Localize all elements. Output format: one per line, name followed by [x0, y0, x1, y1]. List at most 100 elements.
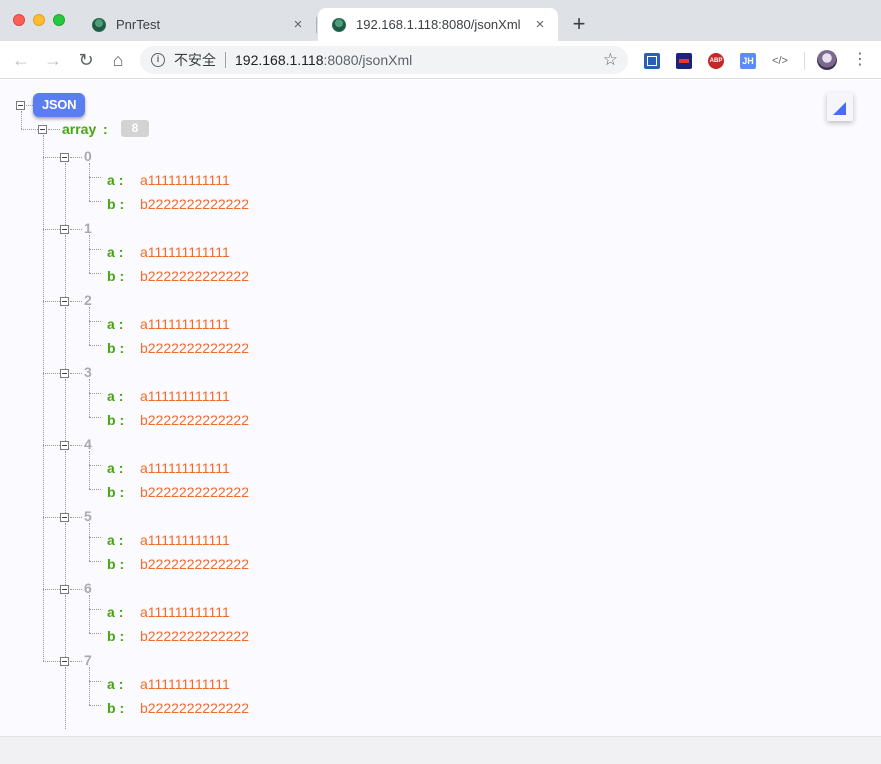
tab-close-icon[interactable]: ×	[532, 16, 548, 33]
tree-connector	[70, 157, 82, 158]
field-key-a: a :	[107, 388, 123, 404]
collapse-item-toggle[interactable]	[60, 441, 69, 450]
status-bar	[0, 736, 881, 764]
field-name: a	[107, 532, 115, 548]
field-value-a: a111111111111	[140, 388, 230, 404]
field-name: a	[107, 388, 115, 404]
address-divider	[225, 52, 226, 68]
browser-toolbar: ← → ↻ ⌂ i 不安全 192.168.1.118:8080/jsonXml…	[0, 41, 881, 79]
new-tab-button[interactable]: +	[569, 13, 589, 35]
tree-connector	[89, 345, 101, 346]
home-icon[interactable]: ⌂	[107, 49, 129, 71]
root-json-badge[interactable]: JSON	[33, 93, 86, 117]
field-key-b: b :	[107, 484, 124, 500]
field-value-b: b2222222222222	[140, 340, 250, 356]
extension-window-icon[interactable]	[644, 53, 660, 69]
field-name: a	[107, 172, 115, 188]
code-view-icon[interactable]: </>	[771, 53, 789, 69]
back-arrow-icon[interactable]: ←	[10, 49, 32, 71]
field-key-a: a :	[107, 316, 123, 332]
collapse-root-toggle[interactable]	[16, 101, 25, 110]
field-name: b	[107, 628, 116, 644]
field-colon: :	[118, 388, 124, 404]
adblock-icon[interactable]: ABP	[708, 53, 724, 69]
item-index: 6	[84, 580, 92, 596]
corner-toggle-button[interactable]	[827, 93, 853, 121]
tab-pnrtest[interactable]: PnrTest ×	[78, 8, 316, 41]
tree-connector	[89, 249, 101, 250]
field-key-a: a :	[107, 676, 123, 692]
array-count-badge: 8	[121, 120, 149, 137]
item-index: 4	[84, 436, 92, 452]
tree-connector	[89, 235, 90, 273]
field-name: b	[107, 268, 116, 284]
collapse-item-toggle[interactable]	[60, 153, 69, 162]
collapse-item-toggle[interactable]	[60, 225, 69, 234]
field-colon: :	[119, 412, 125, 428]
window-minimize-button[interactable]	[33, 14, 45, 26]
field-value-b: b2222222222222	[140, 628, 250, 644]
jsonhandle-icon[interactable]: JH	[740, 53, 756, 69]
bookmark-star-icon[interactable]: ☆	[603, 50, 618, 70]
address-bar[interactable]: i 不安全 192.168.1.118:8080/jsonXml ☆	[140, 46, 628, 74]
field-value-b: b2222222222222	[140, 556, 250, 572]
tree-connector	[89, 561, 101, 562]
collapse-item-toggle[interactable]	[60, 297, 69, 306]
collapse-item-toggle[interactable]	[60, 657, 69, 666]
field-value-b: b2222222222222	[140, 484, 250, 500]
tree-connector	[65, 523, 66, 585]
tab-title: 192.168.1.118:8080/jsonXml	[356, 17, 521, 32]
window-close-button[interactable]	[13, 14, 25, 26]
tree-connector	[89, 609, 101, 610]
tree-connector	[21, 111, 22, 129]
window-maximize-button[interactable]	[53, 14, 65, 26]
reload-icon[interactable]: ↻	[75, 49, 97, 71]
field-colon: :	[118, 172, 124, 188]
tree-connector	[89, 633, 101, 634]
collapse-array-toggle[interactable]	[38, 125, 47, 134]
field-value-a: a111111111111	[140, 604, 230, 620]
tree-connector	[70, 661, 82, 662]
field-key-b: b :	[107, 628, 124, 644]
tree-connector	[89, 451, 90, 489]
tree-connector	[89, 681, 101, 682]
tab-jsonxml[interactable]: 192.168.1.118:8080/jsonXml ×	[318, 8, 558, 41]
url-host: 192.168.1.118	[235, 52, 324, 68]
tree-connector	[65, 595, 66, 657]
field-value-a: a111111111111	[140, 316, 230, 332]
browser-menu-icon[interactable]: ⋮	[852, 50, 868, 70]
info-icon[interactable]: i	[151, 53, 165, 67]
tab-divider	[316, 17, 317, 33]
forward-arrow-icon[interactable]: →	[42, 49, 64, 71]
field-name: b	[107, 340, 116, 356]
profile-avatar[interactable]	[817, 50, 837, 70]
tree-connector	[70, 445, 82, 446]
site-favicon-icon	[332, 17, 346, 32]
field-colon: :	[119, 340, 125, 356]
tree-connector	[43, 517, 60, 518]
field-colon: :	[118, 604, 124, 620]
field-colon: :	[119, 196, 125, 212]
collapse-item-toggle[interactable]	[60, 513, 69, 522]
security-label: 不安全	[174, 52, 216, 68]
field-colon: :	[118, 460, 124, 476]
tree-connector	[43, 589, 60, 590]
item-index: 7	[84, 652, 92, 668]
field-key-b: b :	[107, 340, 124, 356]
field-name: b	[107, 700, 116, 716]
item-index: 1	[84, 220, 92, 236]
tree-connector	[70, 373, 82, 374]
extension-flag-icon[interactable]	[676, 53, 692, 69]
tree-connector	[89, 177, 101, 178]
tree-connector	[89, 307, 90, 345]
tree-connector	[89, 379, 90, 417]
tree-connector	[43, 661, 60, 662]
toolbar-divider	[804, 52, 805, 70]
tab-close-icon[interactable]: ×	[290, 16, 306, 33]
url-path: :8080/jsonXml	[323, 52, 413, 68]
field-key-a: a :	[107, 604, 123, 620]
tree-connector	[89, 393, 101, 394]
collapse-item-toggle[interactable]	[60, 585, 69, 594]
collapse-item-toggle[interactable]	[60, 369, 69, 378]
tree-connector	[65, 235, 66, 297]
